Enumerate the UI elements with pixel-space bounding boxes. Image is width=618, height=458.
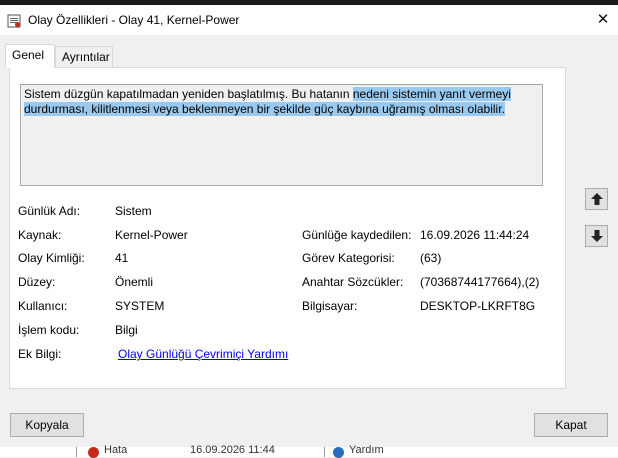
event-id-label: Olay Kimliği: [18,251,85,265]
next-event-button[interactable] [585,225,608,247]
level-value: Önemli [115,275,154,289]
more-info-label: Ek Bilgi: [18,347,62,361]
tab-details[interactable]: Ayrıntılar [55,46,113,67]
logged-label: Günlüğe kaydedilen: [302,228,412,242]
column-divider [76,447,77,457]
arrow-up-icon [591,193,603,205]
source-label: Kaynak: [18,228,62,242]
user-label: Kullanıcı: [18,299,68,313]
opcode-label: İşlem kodu: [18,323,80,337]
logged-value: 16.09.2026 11:44:24 [420,228,530,242]
title-bar: Olay Özellikleri - Olay 41, Kernel-Power… [0,5,618,35]
keywords-value: (70368744177664),(2) [420,275,540,289]
tab-general[interactable]: Genel [5,44,55,68]
copy-button[interactable]: Kopyala [10,413,84,437]
close-window-button[interactable]: ✕ [588,5,618,35]
background-level-text: Hata [104,444,128,456]
task-category-value: (63) [420,251,442,265]
event-id-value: 41 [115,251,129,265]
arrow-down-icon [591,230,603,242]
online-help-link[interactable]: Olay Günlüğü Çevrimiçi Yardımı [118,347,288,361]
computer-label: Bilgisayar: [302,299,358,313]
log-name-value: Sistem [115,204,152,218]
help-icon [333,447,344,458]
opcode-value: Bilgi [115,323,138,337]
user-value: SYSTEM [115,299,165,313]
close-button[interactable]: Kapat [534,413,608,437]
background-date-text: 16.09.2026 11:44 [190,444,275,456]
column-divider [324,447,325,457]
keywords-label: Anahtar Sözcükler: [302,275,404,289]
task-category-label: Görev Kategorisi: [302,251,395,265]
source-value: Kernel-Power [115,228,188,242]
event-viewer-icon [7,14,21,28]
window-title: Olay Özellikleri - Olay 41, Kernel-Power [28,13,240,27]
error-icon [88,447,99,458]
previous-event-button[interactable] [585,188,608,210]
event-description[interactable]: Sistem düzgün kapatılmadan yeniden başla… [20,84,543,186]
level-label: Düzey: [18,275,56,289]
computer-value: DESKTOP-LKRFT8G [420,299,536,313]
log-name-label: Günlük Adı: [18,204,81,218]
description-text: Sistem düzgün kapatılmadan yeniden başla… [24,87,353,101]
background-category-text: Yardım [349,444,384,456]
close-icon: ✕ [596,11,610,28]
